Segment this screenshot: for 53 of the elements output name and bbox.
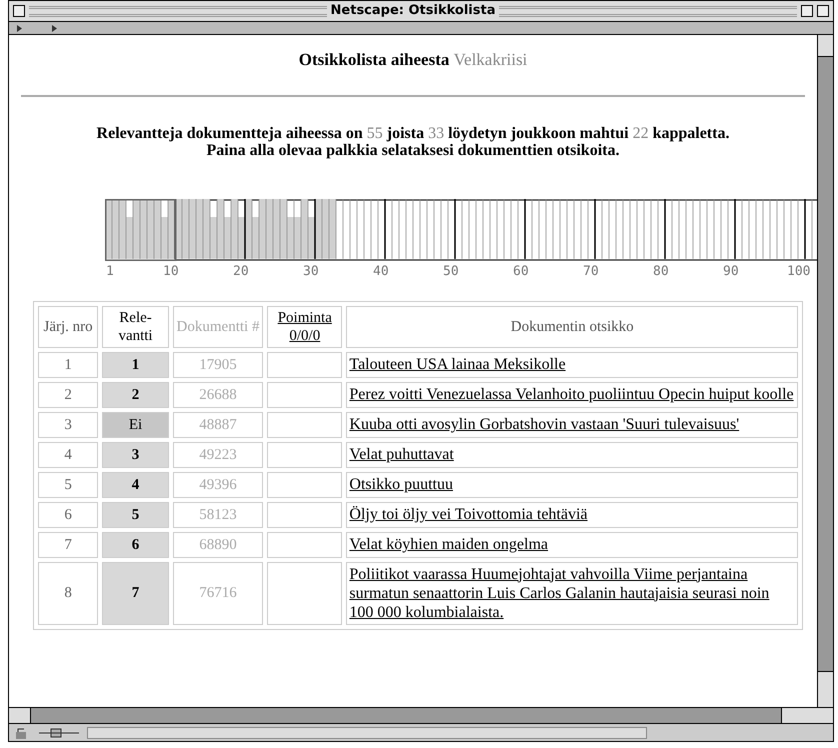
tick-label: 50 <box>443 262 459 280</box>
table-cell: 58123 <box>172 502 264 528</box>
table-cell: 17905 <box>172 352 264 378</box>
tick-label: 10 <box>163 262 179 280</box>
column-header: Dokumentin otsikko <box>346 306 798 348</box>
relevance-cell: 6 <box>102 532 169 558</box>
horizontal-scrollbar[interactable] <box>9 707 833 723</box>
relevance-cell: 2 <box>102 382 169 408</box>
close-box[interactable] <box>13 5 25 17</box>
table-cell: 49223 <box>172 442 264 468</box>
zoom-box[interactable] <box>801 5 814 17</box>
instruction-text: Paina alla olevaa palkkia selataksesi dokumenttien otsikoita. <box>206 142 620 158</box>
vertical-scrollbar[interactable] <box>817 35 833 707</box>
table-cell: 4 <box>38 442 98 468</box>
table-cell: 48887 <box>172 412 264 438</box>
tick-label: 80 <box>653 262 669 280</box>
column-header[interactable]: Poiminta 0/0/0 <box>267 306 342 348</box>
triangle-icon[interactable] <box>52 24 57 32</box>
column-header: Rele-vantti <box>102 306 169 348</box>
tick-label: 30 <box>303 262 319 280</box>
table-cell: 76716 <box>172 562 264 624</box>
plug-icon <box>39 728 79 738</box>
relevance-cell: 5 <box>102 502 169 528</box>
relevance-cell: 4 <box>102 472 169 498</box>
document-navigator-bar[interactable] <box>105 198 817 260</box>
relevance-cell: 1 <box>102 352 169 378</box>
tick-label: 70 <box>583 262 599 280</box>
table-cell: 6 <box>38 502 98 528</box>
tick-label: 90 <box>723 262 739 280</box>
summary-text: Relevantteja dokumentteja aiheessa on 55 joista 33 löydetyn joukkoon mahtui 22 kappaletta. <box>96 124 730 142</box>
table-cell: 49396 <box>172 472 264 498</box>
tick-label: 40 <box>373 262 389 280</box>
triangle-icon[interactable] <box>17 24 22 32</box>
table-cell: 68890 <box>172 532 264 558</box>
table-cell: 5 <box>38 472 98 498</box>
table-cell: 26688 <box>172 382 264 408</box>
column-header: Järj. nro <box>38 306 98 348</box>
relevance-cell: 3 <box>102 442 169 468</box>
relevance-cell: 7 <box>102 562 169 624</box>
tick-label: 60 <box>513 262 529 280</box>
table-cell: 7 <box>38 532 98 558</box>
tick-label: 1 <box>106 262 114 280</box>
tick-label: 100 <box>787 262 810 280</box>
table-cell: 1 <box>38 352 98 378</box>
table-cell: 3 <box>38 412 98 438</box>
table-cell: 8 <box>38 562 98 624</box>
tick-label: 20 <box>233 262 249 280</box>
relevance-cell: Ei <box>102 412 169 438</box>
window-title: Netscape: Otsikkolista <box>330 2 496 20</box>
collapse-box[interactable] <box>817 5 830 17</box>
table-cell: 2 <box>38 382 98 408</box>
page-heading: Otsikkolista aiheesta Velkakriisi <box>298 50 528 69</box>
column-header: Dokumentti # <box>172 306 264 348</box>
